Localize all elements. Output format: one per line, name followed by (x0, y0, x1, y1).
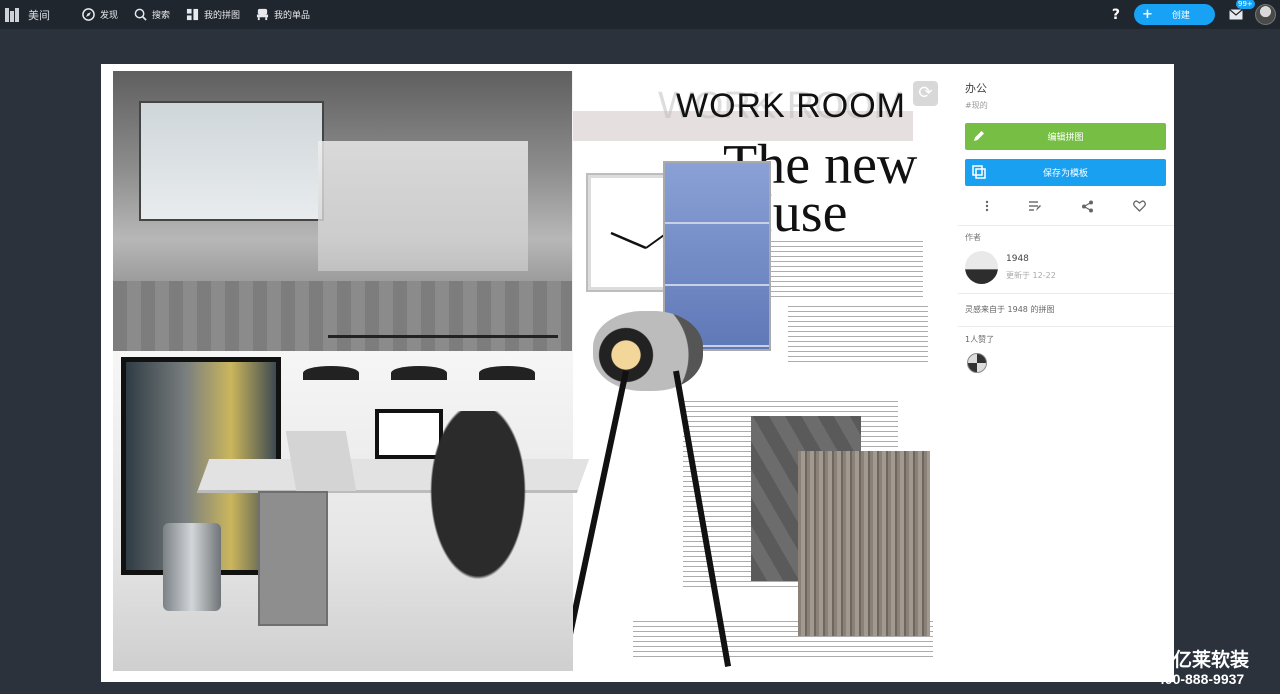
refresh-icon[interactable]: ⟳ (913, 81, 938, 106)
workspace-image (113, 351, 590, 671)
chair-icon (256, 8, 269, 21)
watermark: bylai 宝亿莱软装 400-888-9937 (1036, 636, 1280, 694)
heart-icon[interactable] (1133, 200, 1147, 212)
work-room-title: WORK ROOM (676, 87, 906, 125)
pendant-lamp (479, 366, 535, 380)
pencil-icon (974, 131, 984, 141)
create-button[interactable]: + 创建 (1134, 4, 1215, 25)
cabinet-image (258, 491, 328, 626)
more-icon[interactable] (985, 200, 989, 212)
collage-canvas[interactable]: WORK ROOM WORK ROOM The new Muse ⟳ (113, 71, 942, 671)
collage-tag[interactable]: #现的 (965, 100, 988, 111)
nav-search-label: 搜索 (152, 11, 171, 21)
compass-icon (82, 8, 95, 21)
laptop-image (285, 431, 357, 491)
magazine-page: WORK ROOM WORK ROOM The new Muse (560, 71, 942, 671)
collage-title: 办公 (965, 82, 987, 95)
nav-my-collages[interactable]: 我的拼图 (186, 8, 240, 21)
author-label: 作者 (965, 233, 981, 242)
main-nav: 发现 搜索 我的拼图 我的单品 (82, 8, 326, 21)
edit-list-icon[interactable] (1028, 200, 1042, 212)
help-button[interactable]: ? (1112, 7, 1120, 23)
edit-collage-label: 编辑拼图 (1047, 133, 1084, 143)
pendant-lamp (303, 366, 359, 380)
author-name[interactable]: 1948 (1006, 254, 1029, 264)
pendant-lamp-bar (328, 335, 558, 338)
inspiration-source[interactable]: 灵感来自于 1948 的拼图 (965, 304, 1054, 315)
search-icon (134, 8, 147, 21)
logo[interactable]: 美间 (4, 6, 64, 24)
nav-my-items[interactable]: 我的单品 (256, 8, 310, 21)
mail-icon (1229, 9, 1243, 20)
top-bar: 美间 发现 搜索 我的拼图 我的单品 ? + 创建 99+ (0, 0, 1280, 29)
messages-button[interactable]: 99+ (1229, 0, 1255, 24)
save-template-label: 保存为模板 (1042, 169, 1088, 179)
logo-icon (4, 6, 22, 24)
nav-search[interactable]: 搜索 (134, 8, 170, 21)
likes-count: 1人赞了 (965, 335, 995, 344)
action-bar (965, 196, 1166, 216)
watermark-brand: bylai (1036, 640, 1091, 670)
sidebar: 办公 #现的 编辑拼图 保存为模板 作者 1948 更新于 12-22 灵感来自… (958, 64, 1174, 682)
pendant-lamp (391, 366, 447, 380)
share-icon[interactable] (1081, 200, 1094, 213)
template-icon (972, 165, 986, 179)
liker-avatar[interactable] (967, 353, 987, 373)
author-updated-date: 更新于 12-22 (1006, 271, 1056, 280)
nav-my-collages-label: 我的拼图 (204, 11, 241, 21)
spotlight-image (593, 311, 703, 391)
nav-discover-label: 发现 (100, 11, 119, 21)
watermark-company: 宝亿莱软装 (1154, 649, 1250, 671)
nav-my-items-label: 我的单品 (274, 11, 311, 21)
plus-icon: + (1142, 7, 1153, 22)
mail-badge: 99+ (1236, 0, 1255, 9)
nav-discover[interactable]: 发现 (82, 8, 118, 21)
wood-floor-sample (798, 451, 930, 636)
author-avatar[interactable] (965, 251, 998, 284)
watermark-phone: 400-888-9937 (1157, 671, 1245, 687)
office-photo (113, 71, 572, 351)
office-chair-image (413, 411, 543, 611)
edit-collage-button[interactable]: 编辑拼图 (965, 123, 1166, 150)
logo-text: 美间 (28, 8, 50, 22)
collage-detail-card: WORK ROOM WORK ROOM The new Muse ⟳ 办公 #现… (101, 64, 1174, 682)
create-label: 创建 (1171, 11, 1190, 21)
top-right-actions: ? + 创建 99+ (1112, 0, 1280, 29)
user-avatar[interactable] (1255, 4, 1276, 25)
collage-icon (186, 8, 199, 21)
stool-image (163, 523, 221, 611)
save-template-button[interactable]: 保存为模板 (965, 159, 1166, 186)
